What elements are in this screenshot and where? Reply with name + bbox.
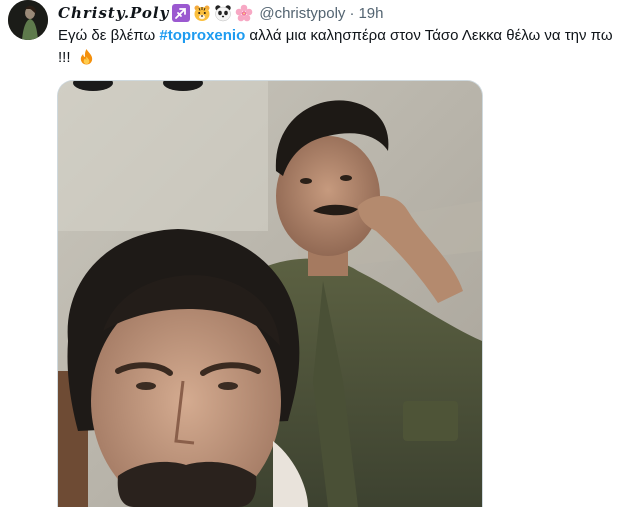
sagittarius-icon	[172, 4, 191, 22]
hashtag-link[interactable]: #toproxenio	[159, 27, 245, 44]
tiger-face-icon	[193, 4, 211, 22]
cherry-blossom-icon	[235, 4, 253, 22]
photo-image	[58, 81, 482, 507]
fire-icon	[78, 48, 95, 65]
display-name[interactable]: Christy.Poly	[58, 4, 169, 22]
avatar[interactable]	[8, 0, 48, 40]
tweet-photo[interactable]	[57, 80, 483, 507]
panda-icon	[214, 4, 232, 22]
tweet-text-before: Εγώ δε βλέπω	[58, 27, 160, 44]
user-handle[interactable]: @christypoly	[259, 5, 345, 22]
avatar-image	[8, 0, 48, 40]
separator-dot: ·	[349, 4, 355, 22]
tweet[interactable]: Christy.Poly @christypoly · 19h Εγώ δε β…	[0, 0, 635, 507]
tweet-text: Εγώ δε βλέπω #toproxenio αλλά μια καλησπ…	[58, 25, 618, 69]
tweet-header: Christy.Poly @christypoly · 19h	[58, 2, 383, 24]
timestamp[interactable]: 19h	[358, 5, 383, 22]
